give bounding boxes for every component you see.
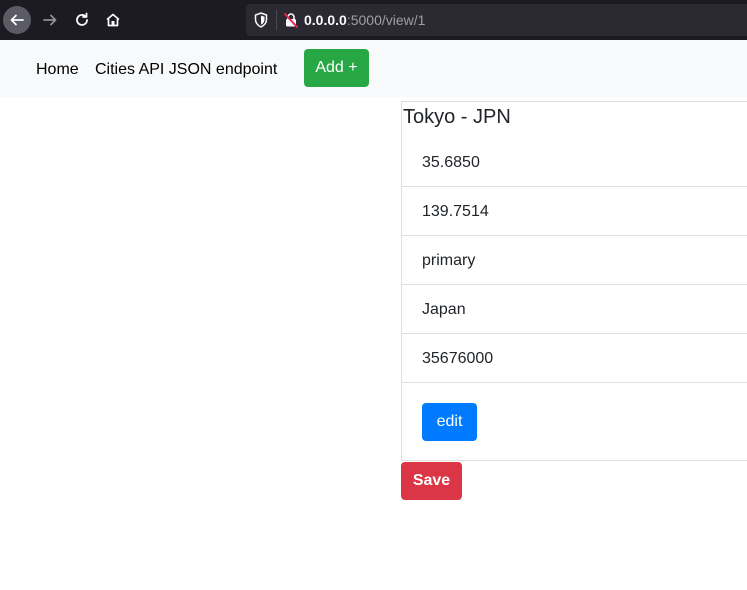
url-bar[interactable]: 0.0.0.0:5000/view/1 bbox=[246, 4, 747, 36]
insecure-lock-icon[interactable] bbox=[283, 12, 299, 33]
list-item-population: 35676000 bbox=[402, 334, 747, 383]
latitude-value: 35.6850 bbox=[422, 154, 480, 171]
list-item-latitude: 35.6850 bbox=[402, 138, 747, 187]
reload-icon bbox=[76, 12, 88, 26]
country-value: Japan bbox=[422, 301, 466, 318]
home-icon bbox=[106, 13, 120, 27]
home-button[interactable] bbox=[99, 6, 127, 34]
reload-button[interactable] bbox=[68, 6, 96, 34]
forward-arrow-icon bbox=[43, 14, 57, 26]
card-title: Tokyo - JPN bbox=[403, 106, 511, 128]
url-text[interactable]: 0.0.0.0:5000/view/1 bbox=[304, 12, 425, 28]
url-host: 0.0.0.0 bbox=[304, 12, 347, 28]
back-button[interactable] bbox=[3, 6, 31, 34]
city-card: Tokyo - JPN 35.6850 139.7514 primary Jap… bbox=[401, 101, 747, 461]
list-item-longitude: 139.7514 bbox=[402, 187, 747, 236]
back-arrow-icon bbox=[10, 14, 24, 26]
edit-button[interactable]: edit bbox=[422, 403, 477, 441]
list-item-country: Japan bbox=[402, 285, 747, 334]
nav-link-cities-api[interactable]: Cities API JSON endpoint bbox=[95, 60, 277, 79]
app-navbar: Home Cities API JSON endpoint Add + bbox=[0, 40, 747, 97]
list-item-capital: primary bbox=[402, 236, 747, 285]
population-value: 35676000 bbox=[422, 350, 494, 367]
save-button[interactable]: Save bbox=[401, 462, 462, 500]
forward-button[interactable] bbox=[36, 6, 64, 34]
capital-value: primary bbox=[422, 252, 476, 269]
shield-icon[interactable] bbox=[254, 12, 268, 33]
url-separator bbox=[276, 10, 277, 30]
url-path: :5000/view/1 bbox=[346, 12, 426, 28]
nav-link-home[interactable]: Home bbox=[36, 60, 79, 79]
browser-toolbar: 0.0.0.0:5000/view/1 bbox=[0, 0, 747, 40]
add-button[interactable]: Add + bbox=[304, 49, 369, 87]
longitude-value: 139.7514 bbox=[422, 203, 489, 220]
